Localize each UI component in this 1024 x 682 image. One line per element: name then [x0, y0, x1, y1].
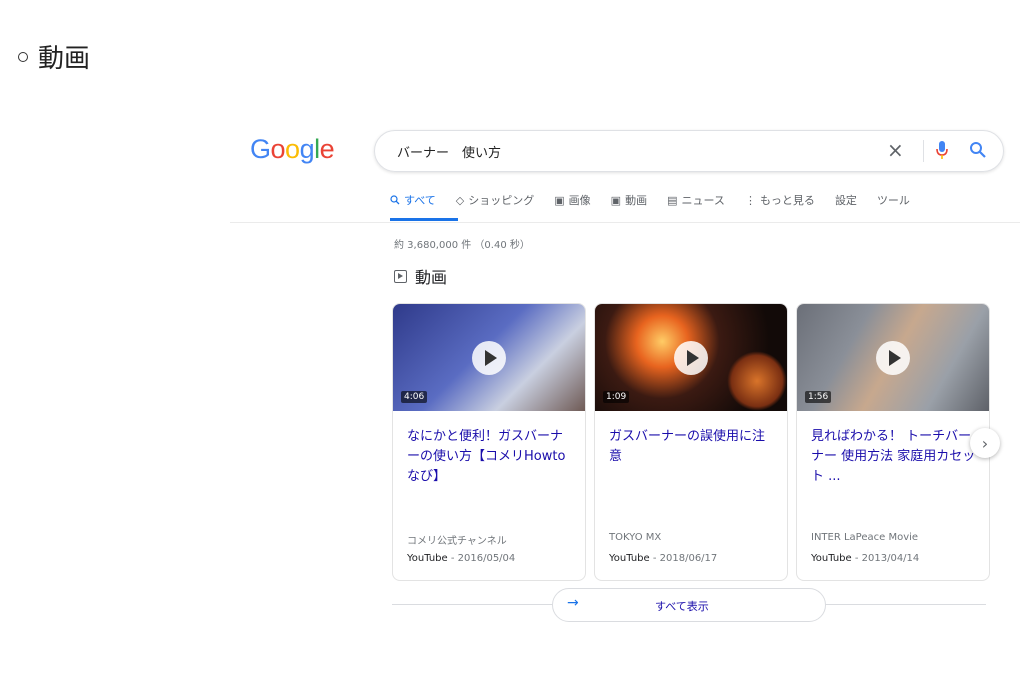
search-input[interactable]: バーナー 使い方 — [397, 142, 501, 161]
tab-images[interactable]: ▣ 画像 — [554, 192, 590, 208]
google-results-screenshot: Google バーナー 使い方 × すべて ◇ ショッピング ▣ 画像 ▣ 動画… — [230, 118, 1020, 638]
video-channel: コメリ公式チャンネル — [407, 536, 507, 547]
tabs-divider — [230, 222, 1020, 223]
video-source: YouTube - 2016/05/04 — [407, 553, 516, 564]
search-bar[interactable]: バーナー 使い方 × — [374, 130, 1004, 172]
play-icon[interactable] — [472, 340, 506, 375]
search-icon[interactable] — [969, 141, 987, 163]
tag-icon: ◇ — [455, 193, 465, 207]
tab-settings[interactable]: 設定 — [835, 192, 857, 208]
search-icon — [390, 195, 400, 205]
doc-heading-text: 動画 — [38, 44, 91, 74]
video-section-heading: 動画 — [394, 264, 447, 288]
video-card[interactable]: 1:09 ガスバーナーの誤使用に注意 TOKYO MX YouTube - 20… — [594, 303, 788, 581]
google-logo[interactable]: Google — [250, 134, 335, 165]
more-vert-icon: ⋮ — [744, 193, 756, 207]
tab-shopping[interactable]: ◇ ショッピング — [456, 192, 534, 208]
show-all-label: すべて表示 — [655, 600, 709, 613]
bullet-circle-icon — [18, 51, 28, 62]
video-channel: INTER LaPeace Movie — [811, 532, 919, 543]
search-divider — [923, 140, 924, 162]
doc-heading: 動画 — [18, 38, 90, 75]
video-title[interactable]: なにかと便利！ガスバーナーの使い方【コメリHowtoなび】 — [407, 427, 573, 487]
video-title[interactable]: 見ればわかる！ トーチバーナー 使用方法 家庭用カセット ... — [811, 427, 977, 487]
play-icon[interactable] — [674, 340, 708, 375]
active-tab-indicator — [390, 218, 458, 221]
video-icon: ▣ — [610, 193, 622, 207]
arrow-right-icon: → — [567, 595, 579, 611]
chevron-right-icon: › — [981, 433, 989, 453]
image-icon: ▣ — [554, 193, 565, 207]
result-stats: 約 3,680,000 件 （0.40 秒） — [394, 240, 530, 251]
tab-videos[interactable]: ▣ 動画 — [611, 192, 647, 208]
video-duration: 4:06 — [401, 391, 428, 403]
tab-more[interactable]: ⋮ もっと見る — [745, 192, 815, 208]
tab-news[interactable]: ▤ ニュース — [667, 192, 725, 208]
news-icon: ▤ — [667, 193, 678, 207]
video-duration: 1:09 — [603, 391, 630, 403]
video-thumbnail[interactable]: 1:09 — [595, 304, 787, 411]
tab-all[interactable]: すべて — [390, 192, 436, 208]
tab-tools[interactable]: ツール — [877, 192, 910, 208]
video-icon — [394, 269, 407, 283]
mic-icon[interactable] — [935, 140, 949, 164]
video-thumbnail[interactable]: 1:56 — [797, 304, 989, 411]
carousel-next-button[interactable]: › — [970, 428, 1000, 458]
video-title[interactable]: ガスバーナーの誤使用に注意 — [609, 427, 775, 467]
search-tabs: すべて ◇ ショッピング ▣ 画像 ▣ 動画 ▤ ニュース ⋮ もっと見る 設定… — [390, 192, 930, 208]
play-icon[interactable] — [876, 340, 910, 375]
show-all-button[interactable]: → すべて表示 — [552, 588, 826, 622]
clear-icon[interactable]: × — [887, 138, 904, 162]
video-card[interactable]: 4:06 なにかと便利！ガスバーナーの使い方【コメリHowtoなび】 コメリ公式… — [392, 303, 586, 581]
video-source: YouTube - 2018/06/17 — [609, 553, 718, 564]
video-duration: 1:56 — [805, 391, 832, 403]
video-carousel: 4:06 なにかと便利！ガスバーナーの使い方【コメリHowtoなび】 コメリ公式… — [392, 303, 990, 581]
video-card[interactable]: 1:56 見ればわかる！ トーチバーナー 使用方法 家庭用カセット ... IN… — [796, 303, 990, 581]
video-source: YouTube - 2013/04/14 — [811, 553, 920, 564]
video-channel: TOKYO MX — [609, 532, 662, 543]
video-thumbnail[interactable]: 4:06 — [393, 304, 585, 411]
